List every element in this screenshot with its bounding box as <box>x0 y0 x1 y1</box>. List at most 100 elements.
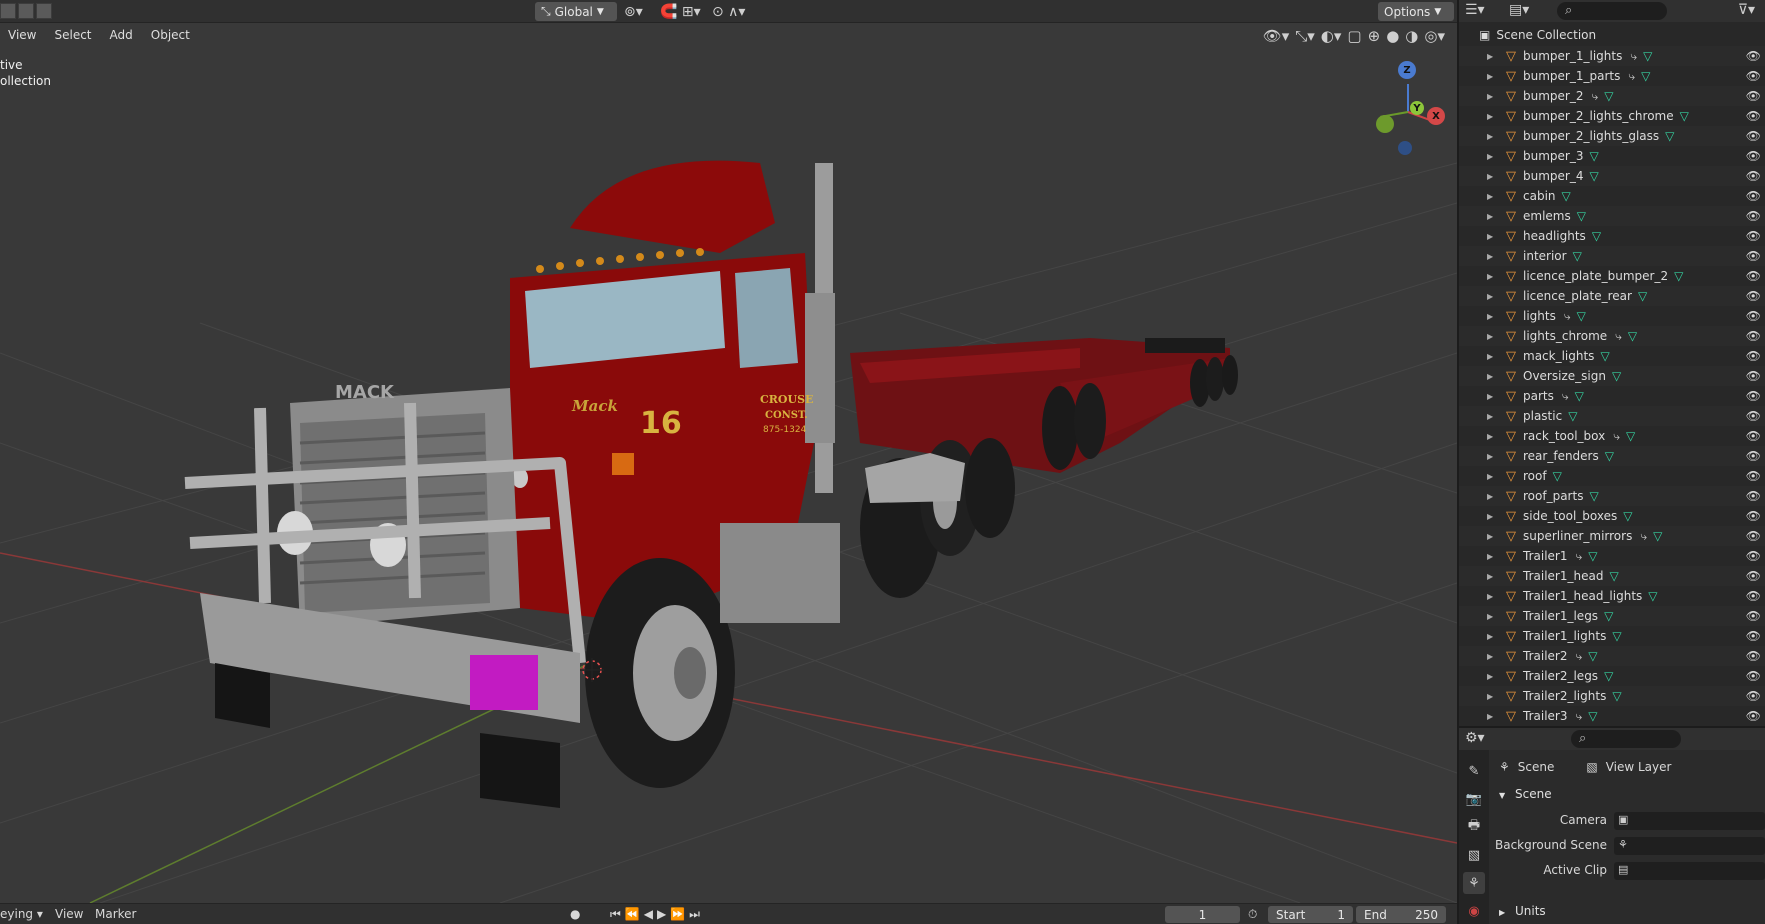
eye-icon[interactable]: 👁 <box>1746 669 1761 683</box>
object-name[interactable]: emlems <box>1523 209 1571 223</box>
mesh-data-icon[interactable]: ▽ <box>1612 629 1621 643</box>
expand-arrow-icon[interactable]: ▶ <box>1487 672 1493 681</box>
current-frame-field[interactable]: 1 <box>1165 906 1240 923</box>
outliner-row[interactable]: ▶ ▽ rack_tool_box ⤷ ▽ 👁 <box>1459 426 1765 446</box>
rendered-shading-icon[interactable]: ◎▾ <box>1424 27 1445 45</box>
outliner-row[interactable]: ▶ ▽ bumper_2 ⤷ ▽ 👁 <box>1459 86 1765 106</box>
gizmo-y-axis[interactable]: Y <box>1410 101 1424 115</box>
outliner-row[interactable]: ▶ ▽ bumper_2_lights_chrome ▽ 👁 <box>1459 106 1765 126</box>
outliner-row[interactable]: ▶ ▽ Trailer2_legs ▽ 👁 <box>1459 666 1765 686</box>
modifier-icon[interactable]: ⤷ <box>1628 69 1635 83</box>
active-clip-field[interactable]: ▤ <box>1614 862 1765 880</box>
expand-arrow-icon[interactable]: ▶ <box>1487 212 1493 221</box>
modifier-icon[interactable]: ⤷ <box>1575 549 1582 563</box>
gizmo-x-axis[interactable]: X <box>1427 107 1445 125</box>
outliner-row[interactable]: ▶ ▽ bumper_1_parts ⤷ ▽ 👁 <box>1459 66 1765 86</box>
modifier-icon[interactable]: ⤷ <box>1615 329 1622 343</box>
eye-icon[interactable]: 👁 <box>1746 509 1761 523</box>
mesh-data-icon[interactable]: ▽ <box>1553 469 1562 483</box>
object-name[interactable]: Trailer1 <box>1523 549 1567 563</box>
view-layer-tab-icon[interactable]: ▧ <box>1463 844 1485 866</box>
expand-arrow-icon[interactable]: ▶ <box>1487 52 1493 61</box>
expand-arrow-icon[interactable]: ▶ <box>1487 572 1493 581</box>
eye-icon[interactable]: 👁 <box>1746 349 1761 363</box>
object-name[interactable]: superliner_mirrors <box>1523 529 1632 543</box>
object-name[interactable]: bumper_2_lights_glass <box>1523 129 1659 143</box>
menu-object[interactable]: Object <box>143 25 198 45</box>
object-name[interactable]: Trailer1_head_lights <box>1523 589 1642 603</box>
expand-arrow-icon[interactable]: ▶ <box>1487 632 1493 641</box>
timeline-mode-dropdown[interactable]: eying ▾ <box>0 907 43 921</box>
mesh-data-icon[interactable]: ▽ <box>1575 389 1584 403</box>
output-tab-icon[interactable]: 🖶 <box>1463 816 1485 838</box>
mesh-data-icon[interactable]: ▽ <box>1609 569 1618 583</box>
playback-controls[interactable]: ⏮⏪◀▶⏩⏭ <box>610 907 704 922</box>
outliner-search-input[interactable]: ⌕ <box>1557 2 1667 20</box>
eye-icon[interactable]: 👁 <box>1746 649 1761 663</box>
eye-icon[interactable]: 👁 <box>1746 549 1761 563</box>
xray-icon[interactable]: ▢ <box>1347 27 1361 45</box>
eye-icon[interactable]: 👁 <box>1746 309 1761 323</box>
outliner-row[interactable]: ▶ ▽ interior ▽ 👁 <box>1459 246 1765 266</box>
scene-tab-icon[interactable]: ⚘ <box>1463 872 1485 894</box>
eye-icon[interactable]: 👁 <box>1746 709 1761 723</box>
eye-icon[interactable]: 👁 <box>1746 189 1761 203</box>
visibility-icon[interactable]: 👁▾ <box>1263 27 1290 45</box>
object-name[interactable]: interior <box>1523 249 1567 263</box>
expand-arrow-icon[interactable]: ▶ <box>1487 252 1493 261</box>
eye-icon[interactable]: 👁 <box>1746 249 1761 263</box>
eye-icon[interactable]: 👁 <box>1746 469 1761 483</box>
expand-arrow-icon[interactable]: ▶ <box>1487 232 1493 241</box>
outliner-row[interactable]: ▶ ▽ plastic ▽ 👁 <box>1459 406 1765 426</box>
mesh-data-icon[interactable]: ▽ <box>1641 69 1650 83</box>
select-extend-icon[interactable] <box>18 3 34 19</box>
eye-icon[interactable]: 👁 <box>1746 629 1761 643</box>
eye-icon[interactable]: 👁 <box>1746 489 1761 503</box>
menu-view[interactable]: View <box>0 25 44 45</box>
gizmo-toggle-icon[interactable]: ⤡▾ <box>1295 27 1315 45</box>
modifier-icon[interactable]: ⤷ <box>1613 429 1620 443</box>
mesh-data-icon[interactable]: ▽ <box>1648 589 1657 603</box>
gizmo-neg-z-axis[interactable] <box>1398 141 1412 155</box>
scene-panel-header[interactable]: ▼ Scene <box>1499 787 1552 801</box>
object-name[interactable]: bumper_1_parts <box>1523 69 1620 83</box>
eye-icon[interactable]: 👁 <box>1746 129 1761 143</box>
eye-icon[interactable]: 👁 <box>1746 689 1761 703</box>
expand-arrow-icon[interactable]: ▶ <box>1487 412 1493 421</box>
eye-icon[interactable]: 👁 <box>1746 109 1761 123</box>
mesh-data-icon[interactable]: ▽ <box>1680 109 1689 123</box>
outliner-row[interactable]: ▶ ▽ licence_plate_bumper_2 ▽ 👁 <box>1459 266 1765 286</box>
expand-arrow-icon[interactable]: ▶ <box>1487 352 1493 361</box>
expand-arrow-icon[interactable]: ▶ <box>1487 552 1493 561</box>
outliner-row[interactable]: ▶ ▽ roof ▽ 👁 <box>1459 466 1765 486</box>
proportional-edit-icon[interactable]: ⊙ ∧▾ <box>712 2 745 21</box>
outliner-row[interactable]: ▶ ▽ parts ⤷ ▽ 👁 <box>1459 386 1765 406</box>
object-name[interactable]: parts <box>1523 389 1554 403</box>
eye-icon[interactable]: 👁 <box>1746 589 1761 603</box>
outliner-row[interactable]: ▶ ▽ roof_parts ▽ 👁 <box>1459 486 1765 506</box>
mesh-data-icon[interactable]: ▽ <box>1600 349 1609 363</box>
gizmo-neg-y-axis[interactable] <box>1376 115 1394 133</box>
mesh-data-icon[interactable]: ▽ <box>1628 329 1637 343</box>
editor-type-icon[interactable]: ⚙▾ <box>1465 730 1485 746</box>
expand-arrow-icon[interactable]: ▶ <box>1487 652 1493 661</box>
camera-field[interactable]: ▣ <box>1614 812 1765 830</box>
mesh-data-icon[interactable]: ▽ <box>1623 509 1632 523</box>
object-name[interactable]: bumper_3 <box>1523 149 1583 163</box>
object-name[interactable]: Trailer1_legs <box>1523 609 1598 623</box>
object-name[interactable]: Trailer3 <box>1523 709 1567 723</box>
material-shading-icon[interactable]: ◑ <box>1405 27 1418 45</box>
outliner-row[interactable]: ▶ ▽ mack_lights ▽ 👁 <box>1459 346 1765 366</box>
expand-arrow-icon[interactable]: ▶ <box>1487 392 1493 401</box>
expand-arrow-icon[interactable]: ▶ <box>1487 272 1493 281</box>
modifier-icon[interactable]: ⤷ <box>1575 649 1582 663</box>
select-subtract-icon[interactable] <box>36 3 52 19</box>
eye-icon[interactable]: 👁 <box>1746 449 1761 463</box>
expand-arrow-icon[interactable]: ▶ <box>1487 612 1493 621</box>
object-name[interactable]: Oversize_sign <box>1523 369 1606 383</box>
object-name[interactable]: rear_fenders <box>1523 449 1599 463</box>
properties-search-input[interactable]: ⌕ <box>1571 730 1681 748</box>
eye-icon[interactable]: 👁 <box>1746 329 1761 343</box>
world-tab-icon[interactable]: ◉ <box>1463 900 1485 922</box>
object-name[interactable]: Trailer1_head <box>1523 569 1603 583</box>
